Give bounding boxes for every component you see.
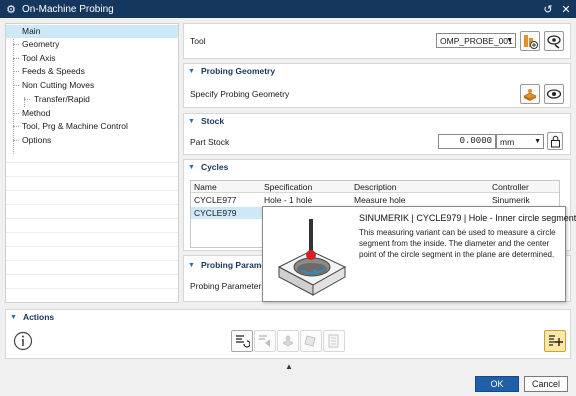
list-icon [304, 335, 316, 347]
tool-section: Tool OMP_PROBE_001 ▼ [183, 23, 571, 59]
cycles-title: Cycles [200, 162, 229, 172]
tool-new-button[interactable] [520, 31, 540, 51]
nav-item-options[interactable]: Options [6, 134, 178, 147]
cell-controller: Sinumerik [492, 195, 530, 205]
info-button[interactable] [12, 330, 34, 352]
nav-item-geometry[interactable]: Geometry [6, 38, 178, 51]
nav-item-feeds-speeds[interactable]: Feeds & Speeds [6, 65, 178, 78]
add-cycle-icon [549, 335, 563, 346]
tool-select[interactable]: OMP_PROBE_001 ▼ [436, 33, 516, 48]
cell-name: CYCLE977 [194, 195, 237, 205]
title-bar: ⚙ On-Machine Probing ↺ ✕ [0, 0, 576, 18]
close-icon[interactable]: ✕ [560, 2, 572, 16]
list-button[interactable] [300, 330, 322, 352]
lock-icon [550, 135, 560, 147]
tool-select-value: OMP_PROBE_001 [440, 35, 513, 46]
navigation-tree: Main Geometry Tool Axis Feeds & Speeds N… [5, 23, 179, 303]
replay-icon [259, 335, 270, 347]
actions-header[interactable]: ▼ Actions [6, 310, 570, 324]
verify-icon [282, 335, 294, 347]
tool-label: Tool [190, 36, 206, 46]
tool-edit-icon [547, 35, 561, 49]
specify-probing-geometry-label: Specify Probing Geometry [190, 89, 290, 99]
stock-section: ▼ Stock Part Stock 0.0000 mm ▼ [183, 113, 571, 155]
tool-new-icon [524, 35, 538, 49]
verify-button[interactable] [277, 330, 299, 352]
nav-item-main[interactable]: Main [6, 25, 178, 38]
tooltip-body: This measuring variant can be used to me… [359, 228, 556, 259]
display-geometry-button[interactable] [544, 84, 564, 104]
nav-item-tool-prg-machine-control[interactable]: Tool, Prg & Machine Control [6, 120, 178, 133]
inner-circle-segment-illustration [277, 219, 347, 296]
actions-section: ▼ Actions [5, 309, 571, 359]
chevron-down-icon: ▼ [506, 37, 513, 44]
part-stock-label: Part Stock [190, 137, 230, 147]
tooltip-title: SINUMERIK | CYCLE979 | Hole - Inner circ… [359, 213, 576, 223]
probing-geometry-section: ▼ Probing Geometry Specify Probing Geome… [183, 63, 571, 108]
column-header-specification[interactable]: Specification [261, 181, 312, 193]
generate-icon [236, 335, 250, 348]
collapse-panel-icon[interactable]: ▲ [285, 362, 293, 371]
display-icon [546, 89, 562, 99]
table-row[interactable]: CYCLE977 Hole - 1 hole Measure hole Sinu… [191, 194, 559, 206]
add-cycle-button[interactable] [544, 330, 566, 352]
table-header: Name Specification Description Controlle… [191, 181, 559, 193]
column-header-description[interactable]: Description [351, 181, 397, 193]
generate-button[interactable] [231, 330, 253, 352]
replay-button[interactable] [254, 330, 276, 352]
actions-title: Actions [22, 312, 55, 322]
column-header-name[interactable]: Name [191, 181, 217, 193]
column-header-controller[interactable]: Controller [489, 181, 529, 193]
collapse-icon: ▼ [188, 117, 195, 125]
refresh-icon[interactable]: ↺ [542, 2, 554, 16]
cell-specification: Hole - 1 hole [264, 195, 313, 205]
cancel-button[interactable]: Cancel [524, 376, 568, 392]
cycle-tooltip: SINUMERIK | CYCLE979 | Hole - Inner circ… [262, 206, 576, 302]
window-title: On-Machine Probing [22, 3, 114, 15]
stock-title: Stock [200, 116, 225, 126]
cell-description: Measure hole [354, 195, 406, 205]
cycles-header[interactable]: ▼ Cycles [184, 160, 570, 174]
lock-button[interactable] [547, 132, 563, 150]
list-output-button[interactable] [323, 330, 345, 352]
probing-geometry-title: Probing Geometry [200, 66, 276, 76]
collapse-icon: ▼ [10, 313, 17, 321]
unit-select[interactable]: mm ▼ [496, 134, 544, 149]
cell-name: CYCLE979 [194, 208, 237, 218]
unit-select-value: mm [500, 136, 515, 147]
nav-item-transfer-rapid[interactable]: Transfer/Rapid [6, 93, 178, 106]
specify-geometry-button[interactable] [520, 84, 540, 104]
geometry-icon [523, 89, 537, 101]
stock-header[interactable]: ▼ Stock [184, 114, 570, 128]
collapse-icon: ▼ [188, 261, 195, 269]
part-stock-input[interactable]: 0.0000 [438, 134, 496, 149]
collapse-icon: ▼ [188, 67, 195, 75]
nav-item-tool-axis[interactable]: Tool Axis [6, 52, 178, 65]
list-output-icon [328, 334, 339, 348]
probing-parameters-label: Probing Parameters [190, 281, 266, 291]
gear-icon: ⚙ [6, 3, 16, 16]
info-icon [13, 331, 33, 351]
probing-geometry-header[interactable]: ▼ Probing Geometry [184, 64, 570, 78]
chevron-down-icon: ▼ [534, 138, 541, 145]
nav-item-method[interactable]: Method [6, 107, 178, 120]
collapse-icon: ▼ [188, 163, 195, 171]
tool-edit-button[interactable] [544, 31, 564, 51]
nav-item-non-cutting-moves[interactable]: Non Cutting Moves [6, 79, 178, 92]
ok-button[interactable]: OK [475, 376, 519, 392]
